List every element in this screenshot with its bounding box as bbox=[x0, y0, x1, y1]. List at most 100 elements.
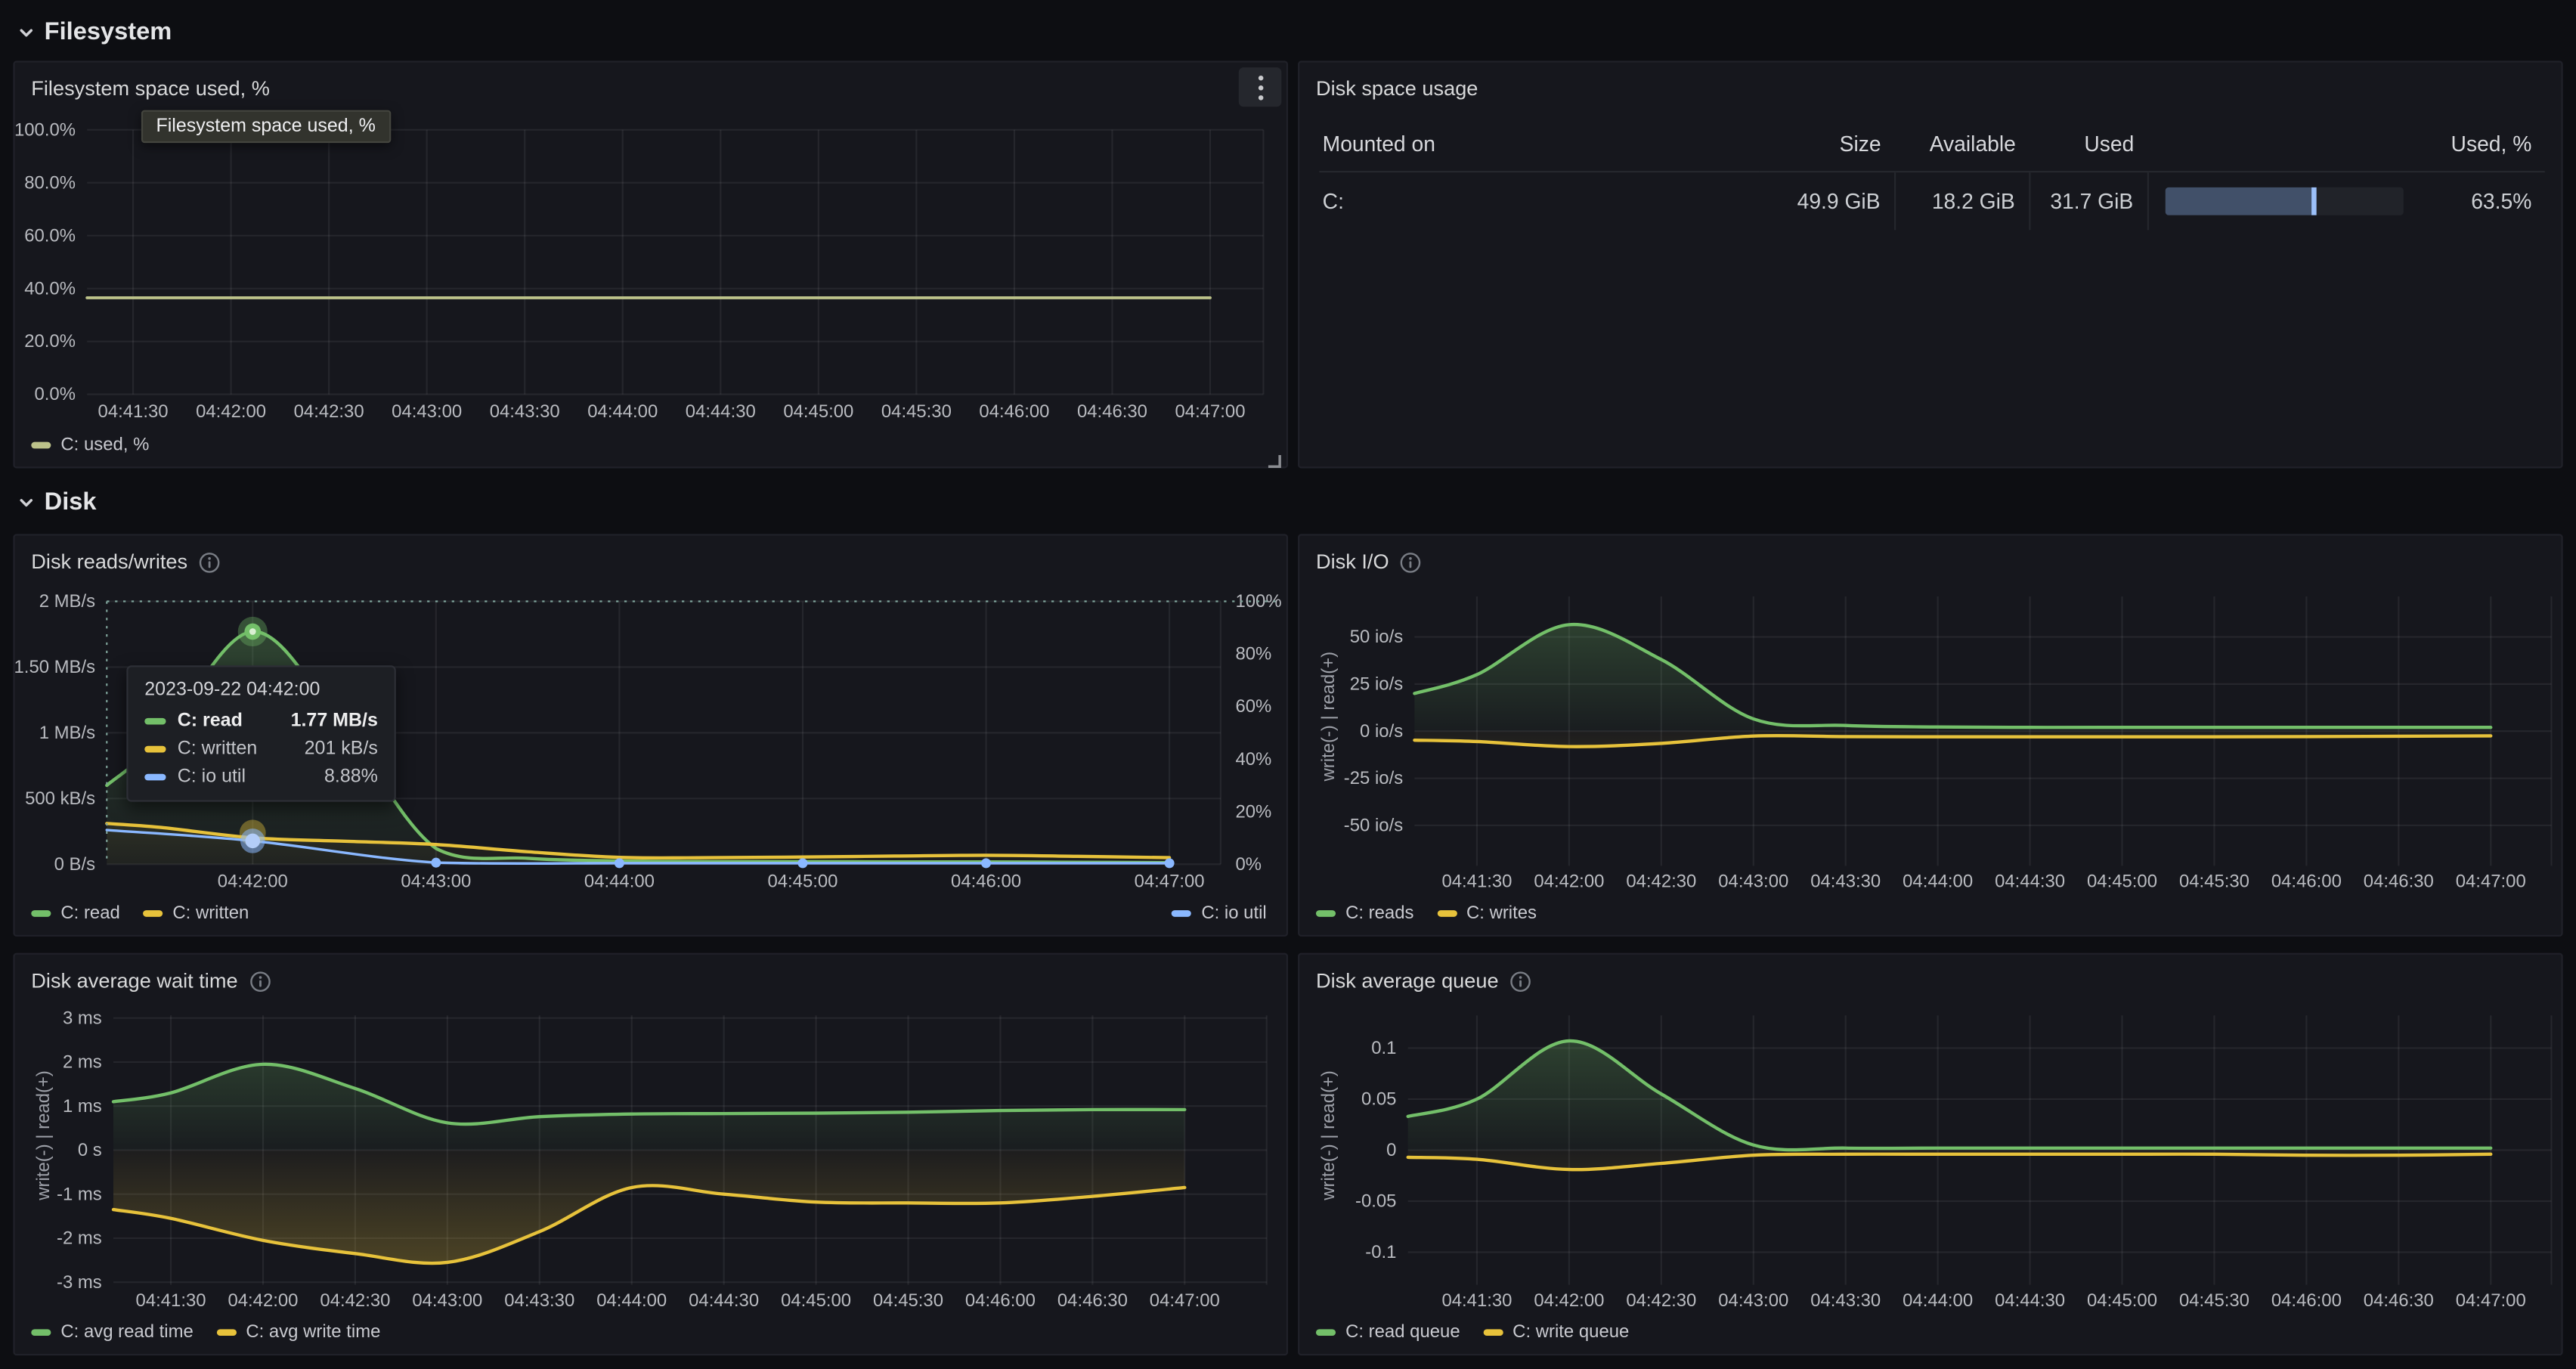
svg-text:0%: 0% bbox=[1235, 854, 1262, 875]
tooltip-series-label: C: io util bbox=[178, 767, 313, 787]
section-title: Filesystem bbox=[45, 18, 172, 46]
panel-disk-space-usage: Disk space usage Mounted on Size Availab… bbox=[1298, 60, 2563, 468]
legend-swatch bbox=[143, 910, 163, 917]
legend-label: C: writes bbox=[1466, 903, 1537, 923]
svg-text:04:42:00: 04:42:00 bbox=[1534, 1290, 1604, 1311]
svg-text:04:44:00: 04:44:00 bbox=[587, 401, 658, 422]
svg-text:04:45:30: 04:45:30 bbox=[881, 401, 952, 422]
panel-resize-handle[interactable] bbox=[1267, 447, 1282, 462]
tooltip-row: C: read 1.77 MB/s bbox=[144, 711, 378, 731]
svg-text:-3 ms: -3 ms bbox=[57, 1272, 102, 1293]
column-header-used[interactable]: Used bbox=[2029, 122, 2147, 172]
svg-text:1 MB/s: 1 MB/s bbox=[39, 723, 95, 743]
section-header-disk[interactable]: Disk bbox=[17, 488, 97, 516]
chart-legend: C: avg read time C: avg write time bbox=[31, 1323, 1266, 1343]
tooltip-series-value: 8.88% bbox=[324, 767, 378, 787]
svg-text:04:42:30: 04:42:30 bbox=[320, 1290, 390, 1311]
panel-menu-button[interactable] bbox=[1239, 67, 1282, 107]
svg-text:04:42:30: 04:42:30 bbox=[1626, 872, 1696, 892]
svg-text:04:43:30: 04:43:30 bbox=[1810, 872, 1881, 892]
cell-available: 18.2 GiB bbox=[1894, 172, 2029, 230]
svg-text:-2 ms: -2 ms bbox=[57, 1228, 102, 1249]
panel-title-tooltip: Filesystem space used, % bbox=[141, 110, 390, 143]
svg-text:04:47:00: 04:47:00 bbox=[2456, 1290, 2526, 1311]
svg-text:04:44:00: 04:44:00 bbox=[596, 1290, 667, 1311]
legend-item[interactable]: C: written bbox=[143, 903, 249, 923]
section-header-filesystem[interactable]: Filesystem bbox=[17, 18, 172, 46]
tooltip-row: C: written 201 kB/s bbox=[144, 739, 378, 759]
svg-text:04:46:30: 04:46:30 bbox=[2364, 1290, 2434, 1311]
legend-label: C: write queue bbox=[1512, 1323, 1629, 1343]
gauge-value-cap bbox=[2312, 187, 2316, 215]
svg-text:25 io/s: 25 io/s bbox=[1350, 674, 1403, 694]
legend-item[interactable]: C: read queue bbox=[1316, 1323, 1460, 1343]
disk-space-table: Mounted on Size Available Used Used, % C… bbox=[1319, 122, 2544, 230]
legend-swatch bbox=[1172, 910, 1191, 917]
legend-label: C: read queue bbox=[1345, 1323, 1460, 1343]
legend-item[interactable]: C: avg read time bbox=[31, 1323, 194, 1343]
panel-disk-io: Disk I/O write(-) | read(+) -50 io/s-25 … bbox=[1298, 534, 2563, 937]
column-header-mounted-on[interactable]: Mounted on bbox=[1319, 122, 1759, 172]
section-title: Disk bbox=[45, 488, 97, 516]
svg-text:04:43:00: 04:43:00 bbox=[401, 872, 471, 892]
svg-text:04:46:00: 04:46:00 bbox=[2271, 872, 2342, 892]
legend-item[interactable]: C: reads bbox=[1316, 903, 1413, 923]
svg-text:04:44:30: 04:44:30 bbox=[1995, 1290, 2065, 1311]
chevron-down-icon bbox=[17, 22, 36, 42]
svg-text:04:43:30: 04:43:30 bbox=[1810, 1290, 1881, 1311]
legend-item[interactable]: C: used, % bbox=[31, 435, 149, 455]
svg-text:04:42:30: 04:42:30 bbox=[1626, 1290, 1696, 1311]
column-header-size[interactable]: Size bbox=[1760, 122, 1894, 172]
timeseries-chart-disk-io[interactable]: -50 io/s-25 io/s0 io/s25 io/s50 io/s04:4… bbox=[1299, 536, 2561, 935]
svg-text:0.0%: 0.0% bbox=[35, 384, 76, 404]
panel-disk-average-wait-time: Disk average wait time write(-) | read(+… bbox=[13, 953, 1288, 1356]
svg-text:0 s: 0 s bbox=[78, 1140, 102, 1160]
svg-text:04:47:00: 04:47:00 bbox=[1175, 401, 1246, 422]
legend-item[interactable]: C: io util bbox=[1172, 903, 1267, 923]
legend-swatch bbox=[1316, 1329, 1336, 1336]
tooltip-series-value: 1.77 MB/s bbox=[291, 711, 378, 731]
timeseries-chart-disk-wait[interactable]: -3 ms-2 ms-1 ms0 s1 ms2 ms3 ms04:41:3004… bbox=[15, 955, 1286, 1354]
cell-mounted-on: C: bbox=[1319, 172, 1759, 230]
column-header-used-pct[interactable]: Used, % bbox=[2420, 122, 2545, 172]
svg-text:40.0%: 40.0% bbox=[24, 278, 76, 299]
legend-label: C: read bbox=[60, 903, 119, 923]
svg-text:-0.1: -0.1 bbox=[1365, 1242, 1396, 1262]
legend-label: C: written bbox=[172, 903, 249, 923]
chart-legend: C: read C: written C: io util bbox=[31, 903, 1266, 923]
legend-label: C: reads bbox=[1345, 903, 1413, 923]
svg-text:04:42:30: 04:42:30 bbox=[294, 401, 364, 422]
svg-text:04:41:30: 04:41:30 bbox=[136, 1290, 206, 1311]
legend-swatch bbox=[31, 1329, 51, 1336]
svg-text:04:42:00: 04:42:00 bbox=[1534, 872, 1604, 892]
legend-swatch bbox=[31, 442, 51, 449]
svg-text:04:47:00: 04:47:00 bbox=[2456, 872, 2526, 892]
kebab-icon bbox=[1258, 75, 1263, 80]
svg-text:04:43:30: 04:43:30 bbox=[504, 1290, 574, 1311]
legend-item[interactable]: C: writes bbox=[1437, 903, 1537, 923]
legend-item[interactable]: C: write queue bbox=[1483, 1323, 1629, 1343]
svg-text:04:47:00: 04:47:00 bbox=[1135, 872, 1205, 892]
column-header-available[interactable]: Available bbox=[1894, 122, 2029, 172]
legend-swatch bbox=[1437, 910, 1457, 917]
cell-used: 31.7 GiB bbox=[2029, 172, 2147, 230]
svg-text:04:44:00: 04:44:00 bbox=[1903, 872, 1973, 892]
timeseries-chart-disk-queue[interactable]: -0.1-0.0500.050.104:41:3004:42:0004:42:3… bbox=[1299, 955, 2561, 1354]
legend-item[interactable]: C: read bbox=[31, 903, 120, 923]
svg-text:04:45:30: 04:45:30 bbox=[2179, 1290, 2249, 1311]
svg-text:60%: 60% bbox=[1235, 696, 1271, 717]
svg-text:04:43:00: 04:43:00 bbox=[1718, 872, 1788, 892]
svg-text:04:42:00: 04:42:00 bbox=[218, 872, 288, 892]
svg-text:80.0%: 80.0% bbox=[24, 172, 76, 193]
svg-text:04:42:00: 04:42:00 bbox=[196, 401, 266, 422]
tooltip-series-swatch bbox=[144, 773, 166, 781]
legend-item[interactable]: C: avg write time bbox=[216, 1323, 380, 1343]
usage-gauge bbox=[2165, 187, 2404, 215]
svg-text:04:45:30: 04:45:30 bbox=[873, 1290, 943, 1311]
panel-title[interactable]: Disk space usage bbox=[1316, 77, 1478, 100]
svg-text:0.05: 0.05 bbox=[1361, 1089, 1397, 1110]
chart-tooltip: 2023-09-22 04:42:00 C: read 1.77 MB/s C:… bbox=[126, 665, 395, 801]
svg-text:04:44:00: 04:44:00 bbox=[584, 872, 655, 892]
panel-disk-reads-writes: Disk reads/writes 0 B/s500 kB/s1 MB/s1.5… bbox=[13, 534, 1288, 937]
svg-text:20.0%: 20.0% bbox=[24, 331, 76, 352]
